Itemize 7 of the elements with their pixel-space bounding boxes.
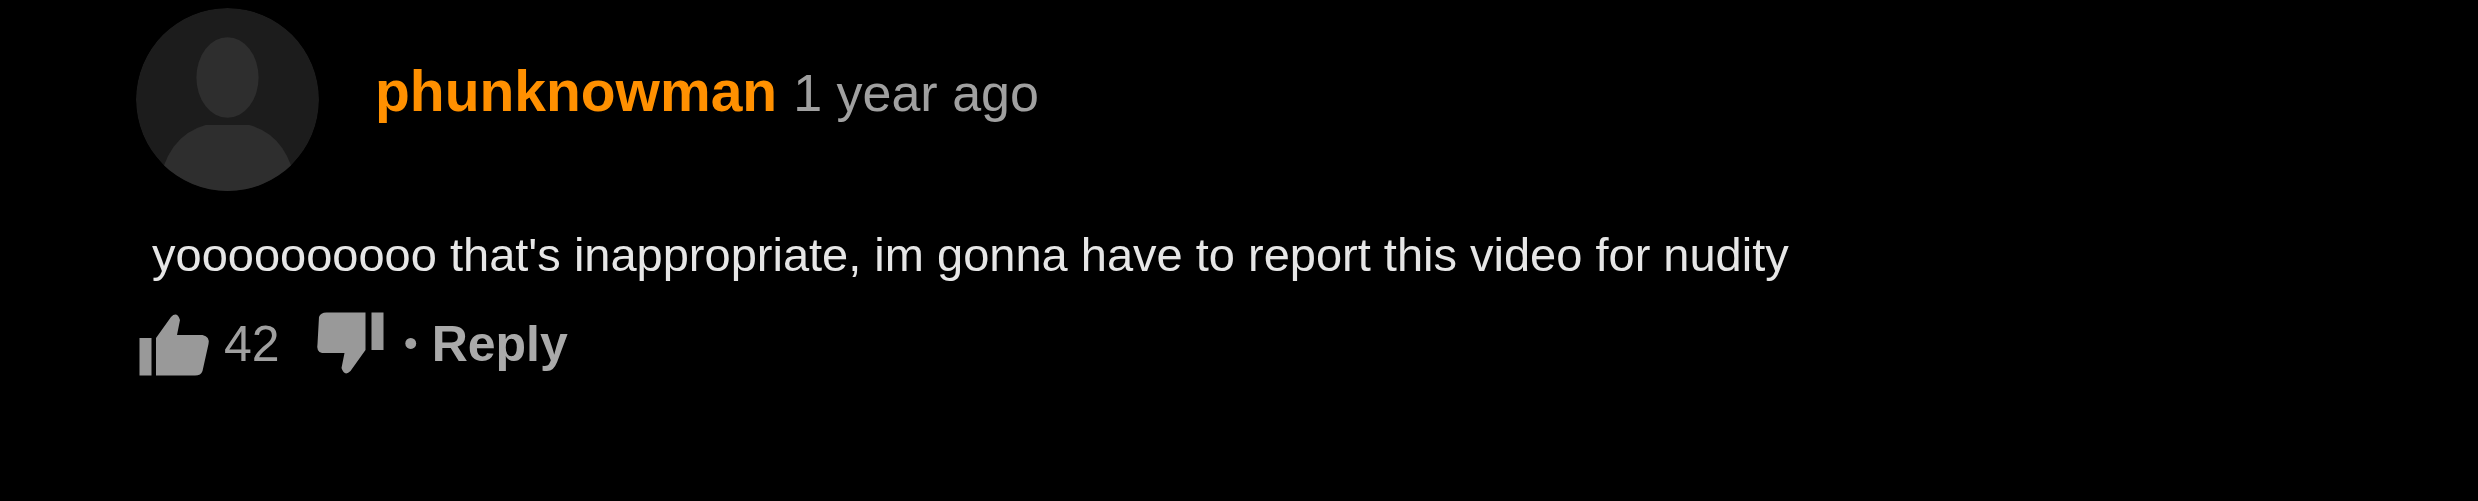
username-link[interactable]: phunknowman — [375, 57, 778, 124]
avatar-icon — [136, 8, 319, 191]
reply-link[interactable]: Reply — [431, 314, 568, 373]
separator-dot: • — [403, 321, 418, 367]
comment-time: 1 year ago — [793, 62, 1039, 123]
comment-text: yoooooooooo that's inappropriate, im gonna have to report this video for nudity — [152, 229, 1790, 281]
like-count: 42 — [224, 314, 280, 373]
